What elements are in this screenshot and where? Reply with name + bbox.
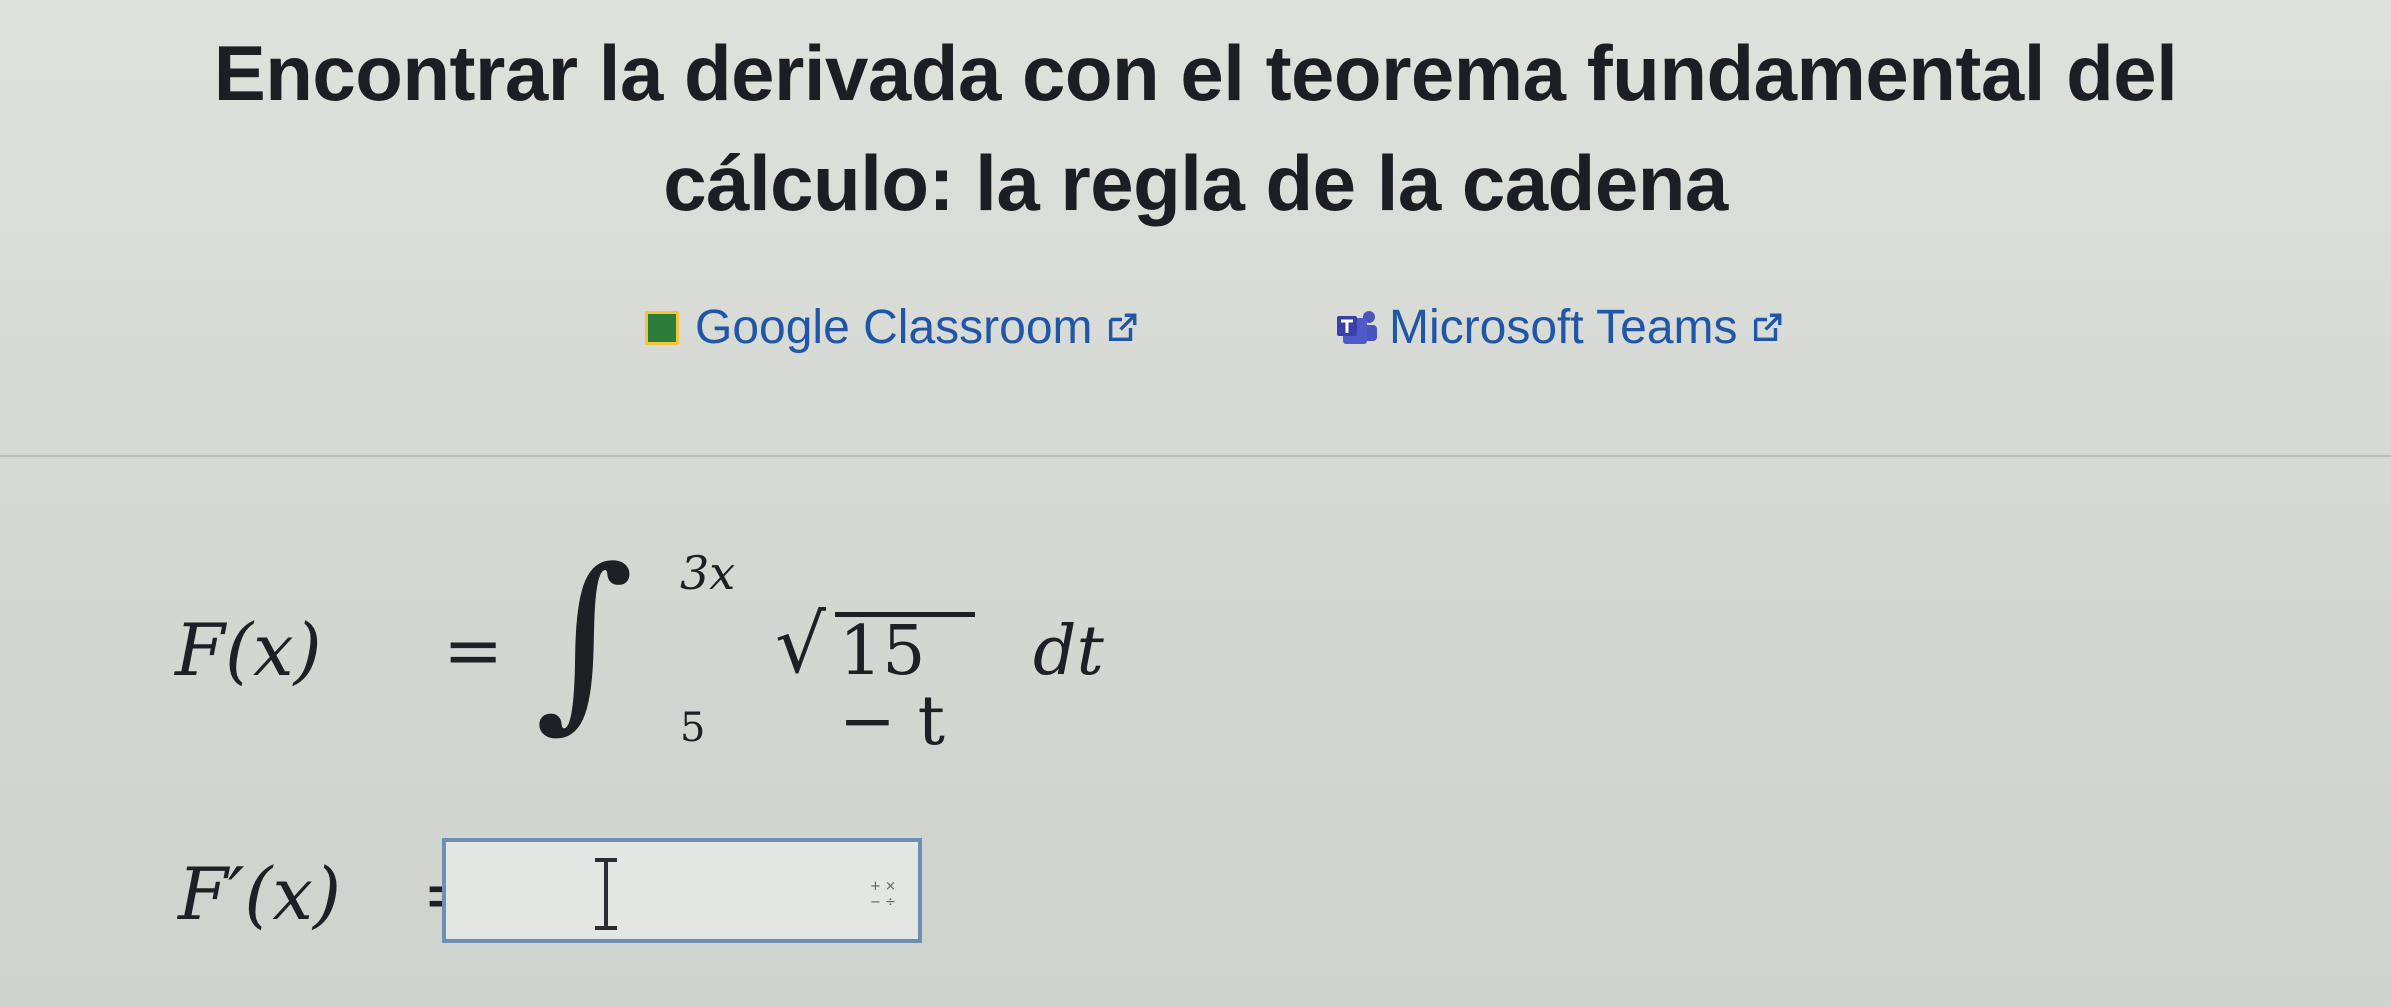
upper-limit: 3x bbox=[680, 546, 736, 600]
answer-lhs: F′(x) bbox=[178, 852, 342, 936]
share-links: Google Classroom Microsoft Teams bbox=[0, 300, 2391, 380]
differential: dt bbox=[1033, 612, 1104, 691]
microsoft-teams-icon bbox=[1337, 310, 1377, 344]
function-lhs: F(x) bbox=[175, 608, 322, 692]
microsoft-teams-link[interactable]: Microsoft Teams bbox=[1335, 300, 1784, 355]
integral-sign: ∫ bbox=[535, 528, 634, 749]
radical-sign: √ bbox=[775, 598, 826, 691]
lower-limit: 5 bbox=[680, 705, 706, 751]
page: Encontrar la derivada con el teorema fun… bbox=[0, 0, 2391, 1007]
equals-sign: = bbox=[443, 608, 504, 692]
text-cursor-icon bbox=[595, 858, 617, 930]
page-title-line-1: Encontrar la derivada con el teorema fun… bbox=[213, 29, 2178, 117]
math-keypad-icon[interactable]: + × − ÷ bbox=[866, 876, 900, 910]
divider bbox=[0, 455, 2391, 457]
external-link-icon bbox=[1108, 313, 1136, 341]
radicand: 15 − t bbox=[835, 612, 975, 757]
svg-text:+ ×: + × bbox=[870, 879, 896, 894]
svg-text:− ÷: − ÷ bbox=[870, 895, 896, 910]
google-classroom-link[interactable]: Google Classroom bbox=[645, 300, 1139, 355]
page-title-line-2: cálculo: la regla de la cadena bbox=[663, 139, 1728, 227]
problem-equation: F(x) = ∫ 3x 5 √ 15 − t dt bbox=[175, 544, 1104, 760]
google-classroom-label: Google Classroom bbox=[695, 301, 1093, 354]
external-link-icon bbox=[1753, 313, 1781, 341]
page-title: Encontrar la derivada con el teorema fun… bbox=[0, 18, 2391, 238]
google-classroom-icon bbox=[645, 310, 679, 345]
microsoft-teams-label: Microsoft Teams bbox=[1389, 301, 1738, 354]
answer-input[interactable]: + × − ÷ bbox=[442, 838, 922, 943]
